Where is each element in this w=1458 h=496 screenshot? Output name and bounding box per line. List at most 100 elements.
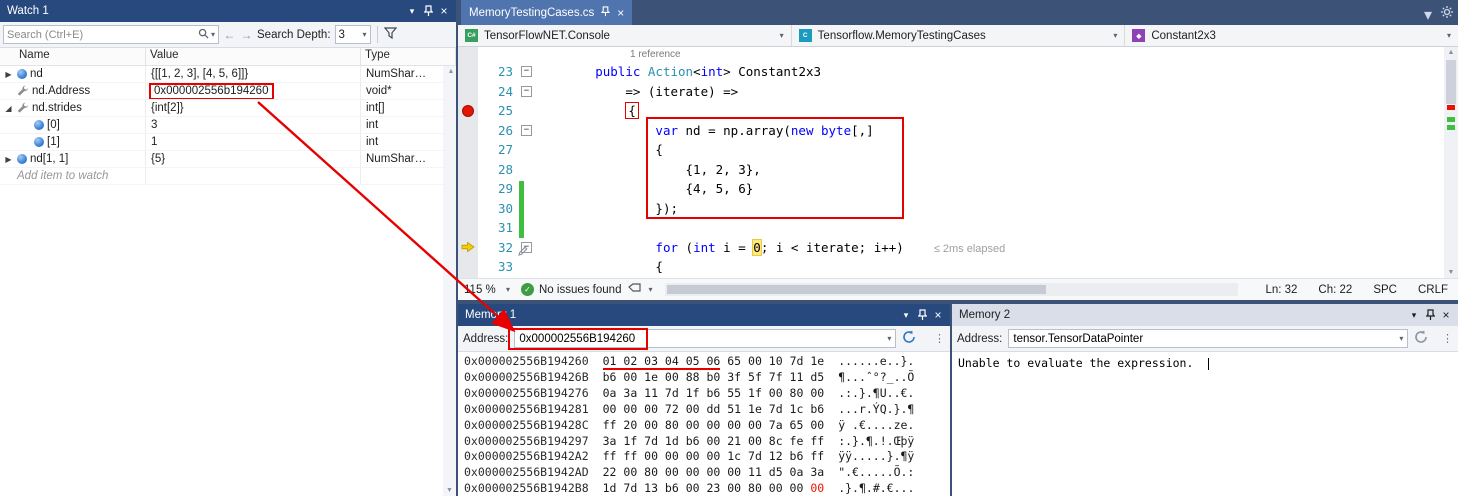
project-dropdown[interactable]: C# TensorFlowNET.Console ▾	[458, 25, 792, 46]
class-dropdown[interactable]: C Tensorflow.MemoryTestingCases ▾	[792, 25, 1126, 46]
column-header-value[interactable]: Value	[146, 48, 361, 65]
memory-row: 0x000002556B1942973a 1f 7d 1d b6 00 21 0…	[464, 434, 950, 450]
gear-icon[interactable]	[1441, 5, 1453, 25]
code-line: 26− var nd = np.array(new byte[,]	[458, 121, 1444, 141]
search-options-caret-icon[interactable]: ▾	[211, 30, 215, 39]
pin-icon[interactable]	[1422, 307, 1438, 323]
watch-titlebar[interactable]: Watch 1 ▾ ×	[0, 0, 456, 22]
watch-row[interactable]: [0]3int	[0, 117, 443, 134]
memory2-titlebar[interactable]: Memory 2 ▾ ×	[952, 304, 1458, 326]
editor-scrollbar[interactable]: ▲ ▼	[1444, 47, 1458, 278]
watch-row[interactable]: ▶nd[1, 1]{5}NumShar…	[0, 151, 443, 168]
watch-row[interactable]: [1]1int	[0, 134, 443, 151]
watch-type: NumShar…	[361, 66, 443, 82]
expander-icon[interactable]: ▶	[3, 70, 14, 79]
code-line: 30 });	[458, 199, 1444, 219]
memory2-message-area[interactable]: Unable to evaluate the expression.	[952, 352, 1458, 496]
column-header-name[interactable]: Name	[0, 48, 146, 65]
fold-collapse-icon[interactable]: −	[521, 66, 532, 77]
refresh-icon[interactable]	[902, 330, 916, 347]
toolbar-overflow-icon[interactable]: ⋮	[934, 332, 945, 345]
chevron-down-icon[interactable]: ▾	[648, 285, 652, 294]
column-header-type[interactable]: Type	[361, 48, 456, 65]
chevron-down-icon[interactable]: ▾	[1399, 334, 1403, 343]
window-menu-icon[interactable]: ▾	[1406, 307, 1422, 323]
watch-scrollbar[interactable]: ▲ ▼	[443, 66, 456, 496]
watch-search-box[interactable]: ▾	[3, 25, 219, 44]
document-list-icon[interactable]: ▾	[1424, 5, 1432, 25]
fold-collapse-icon[interactable]: −	[521, 125, 532, 136]
codelens[interactable]: 1 reference	[458, 47, 1444, 62]
scroll-down-icon[interactable]: ▼	[446, 487, 453, 494]
filter-icon[interactable]	[384, 27, 397, 42]
memory1-rows-host[interactable]: 0x000002556B19426001 02 03 04 05 06 65 0…	[458, 352, 950, 496]
check-icon: ✓	[521, 283, 534, 296]
watch-row[interactable]: Add item to watch	[0, 168, 443, 185]
tab-close-icon[interactable]: ×	[617, 6, 624, 20]
zoom-level: 115 %	[464, 284, 496, 296]
chevron-down-icon[interactable]: ▾	[887, 334, 891, 343]
memory-address: 0x000002556B19426B	[464, 370, 589, 384]
address-combo[interactable]: ▾	[514, 329, 896, 348]
tab-pin-icon[interactable]	[601, 6, 610, 20]
line-number: 30	[478, 199, 518, 219]
toolbar-separator	[377, 26, 378, 43]
code-text: {	[535, 257, 1444, 277]
address-label: Address:	[463, 333, 508, 345]
search-input[interactable]	[7, 29, 196, 41]
code-line: 27 {	[458, 140, 1444, 160]
chevron-down-icon: ▾	[1113, 31, 1117, 40]
scroll-down-icon[interactable]: ▼	[1444, 269, 1458, 276]
memory2-title: Memory 2	[959, 309, 1406, 321]
memory-address: 0x000002556B1942A2	[464, 449, 589, 463]
issues-indicator[interactable]: ✓ No issues found	[521, 283, 621, 296]
search-prev-icon[interactable]: ←	[223, 28, 236, 42]
status-spaces[interactable]: SPC	[1373, 284, 1397, 296]
watch-name-label: Add item to watch	[17, 170, 108, 182]
status-eol[interactable]: CRLF	[1418, 284, 1448, 296]
scroll-up-icon[interactable]: ▲	[446, 68, 456, 75]
expander-icon[interactable]: ▶	[3, 155, 14, 164]
address-input[interactable]	[1013, 333, 1399, 345]
code-line: 28 {1, 2, 3},	[458, 160, 1444, 180]
fold-collapse-icon[interactable]: −	[521, 86, 532, 97]
horizontal-scrollbar[interactable]	[665, 283, 1238, 296]
watch-row[interactable]: ◢nd.strides{int[2]}int[]	[0, 100, 443, 117]
member-dropdown[interactable]: ◆ Constant2x3 ▾	[1125, 25, 1458, 46]
search-icon[interactable]	[198, 28, 209, 42]
pin-icon[interactable]	[914, 307, 930, 323]
address-input[interactable]	[519, 333, 887, 345]
expander-icon[interactable]: ◢	[3, 104, 14, 113]
scrollbar-thumb[interactable]	[667, 285, 1045, 294]
address-combo[interactable]: ▾	[1008, 329, 1408, 348]
memory-address: 0x000002556B194281	[464, 402, 589, 416]
breakpoint-icon[interactable]	[462, 105, 474, 117]
window-menu-icon[interactable]: ▾	[404, 3, 420, 19]
memory-ascii: ...r.ÝQ.}.¶	[838, 402, 914, 416]
search-depth-combo[interactable]: 3 ▾	[335, 25, 371, 44]
scroll-up-icon[interactable]: ▲	[1444, 49, 1458, 56]
watch-row[interactable]: nd.Address0x000002556b194260void*	[0, 83, 443, 100]
window-menu-icon[interactable]: ▾	[898, 307, 914, 323]
watch-name-label: [0]	[47, 119, 60, 131]
toolbar-overflow-icon[interactable]: ⋮	[1442, 332, 1453, 345]
watch-row[interactable]: ▶nd{[[1, 2, 3], [4, 5, 6]]}NumShar…	[0, 66, 443, 83]
search-next-icon[interactable]: →	[240, 28, 253, 42]
current-statement-icon[interactable]	[458, 238, 478, 258]
memory-row: 0x000002556B1942A2ff ff 00 00 00 00 1c 7…	[464, 449, 950, 465]
status-column: Ch: 22	[1318, 284, 1352, 296]
memory1-titlebar[interactable]: Memory 1 ▾ ×	[458, 304, 950, 326]
code-editor[interactable]: 1 reference23− public Action<int> Consta…	[458, 47, 1444, 278]
tag-icon[interactable]	[628, 283, 641, 297]
line-number: 28	[478, 160, 518, 180]
close-icon[interactable]: ×	[1438, 307, 1454, 323]
memory1-toolbar: Address: ▾ ⋮	[458, 326, 950, 352]
pin-icon[interactable]	[420, 3, 436, 19]
document-tab[interactable]: MemoryTestingCases.cs ×	[461, 0, 632, 25]
scrollbar-thumb[interactable]	[1446, 60, 1456, 104]
zoom-dropdown[interactable]: 115 % ▾	[460, 281, 514, 299]
watch-name-label: [1]	[47, 136, 60, 148]
close-icon[interactable]: ×	[436, 3, 452, 19]
close-icon[interactable]: ×	[930, 307, 946, 323]
refresh-icon[interactable]	[1414, 330, 1428, 347]
